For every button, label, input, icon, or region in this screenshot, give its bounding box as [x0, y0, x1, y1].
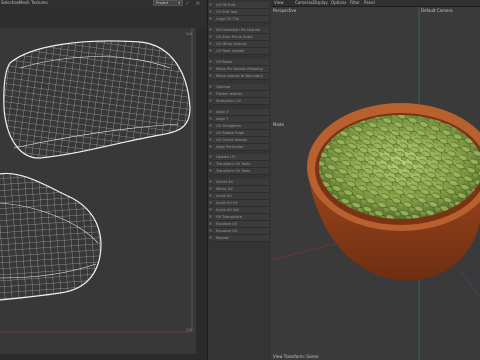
tool-item[interactable]: Relax Pin Islands Relaxing — [209, 66, 269, 73]
tool-icon — [209, 60, 212, 63]
tool-item[interactable]: Copy UV Tile — [209, 16, 269, 23]
tool-icon — [209, 99, 212, 102]
tool-item[interactable]: Select All — [209, 179, 269, 186]
tool-icon — [209, 10, 212, 13]
tool-item[interactable]: UV Relax — [209, 59, 269, 66]
uv-mesh-canvas — [0, 28, 196, 333]
tool-item[interactable]: Scale UV Fit — [209, 200, 269, 207]
tool-icon — [209, 28, 212, 31]
menu-panel[interactable]: Panel — [364, 0, 375, 6]
tool-icon — [209, 201, 212, 204]
perspective-viewport[interactable]: Perspective Default Camera Mode View Tra… — [271, 7, 480, 360]
tool-icon — [209, 155, 212, 158]
tool-icon — [209, 131, 212, 134]
tool-icon — [209, 180, 212, 183]
tool-item[interactable]: Relax Islands to Boundary — [209, 73, 269, 80]
tool-item[interactable]: UV Edit Tool — [209, 9, 269, 16]
tool-item[interactable]: UV Fill Edit — [209, 2, 269, 9]
tool-icon — [209, 117, 212, 120]
axis-line-z — [460, 271, 480, 298]
tool-icon — [209, 145, 212, 148]
tool-icon — [209, 17, 212, 20]
camera-label[interactable]: Default Camera — [421, 8, 453, 13]
scene-render — [271, 7, 480, 360]
tool-item[interactable]: UV Pack Islands — [209, 48, 269, 55]
tool-item[interactable]: Equalize UV — [209, 221, 269, 228]
bowl-model[interactable] — [307, 103, 480, 281]
uv-corner-label-top: 1.0 — [186, 32, 192, 36]
tool-icon — [209, 49, 212, 52]
uv-tools-panel: UV Fill Edit UV Edit Tool Copy UV Tile S… — [207, 0, 272, 360]
tool-icon — [209, 92, 212, 95]
tool-item[interactable]: UV Zero Pin to Scale — [209, 34, 269, 41]
menu-cameras[interactable]: Cameras — [295, 0, 313, 6]
viewport-menubar: View Cameras Display Options Filter Pane… — [271, 0, 480, 7]
uv-editor-upper-area — [0, 6, 206, 28]
tool-item[interactable]: Update UV — [209, 154, 269, 161]
tool-icon — [209, 187, 212, 190]
tool-item[interactable]: Repeat — [209, 235, 269, 242]
mode-label: Mode — [273, 122, 284, 127]
tool-item[interactable]: Transform UV Tools — [209, 161, 269, 168]
tool-item[interactable]: Straighten UV — [209, 98, 269, 105]
menu-filter[interactable]: Filter — [350, 0, 360, 6]
uv-horizontal-scrollbar[interactable] — [0, 354, 206, 360]
tool-icon — [209, 169, 212, 172]
uv-editor-viewport[interactable]: 1.0 1.0 — [0, 28, 196, 360]
tool-icon — [209, 236, 212, 239]
tool-item[interactable]: Scale UV — [209, 193, 269, 200]
tool-icon — [209, 67, 212, 70]
tool-icon — [209, 42, 212, 45]
tool-icon — [209, 222, 212, 225]
uv-island-top[interactable] — [0, 28, 196, 178]
tool-icon — [209, 85, 212, 88]
tool-item[interactable]: Set Selection Pin Islands — [209, 27, 269, 34]
viewport-status: View Transform: Scene — [273, 354, 319, 359]
tool-icon — [209, 138, 212, 141]
tool-icon — [209, 194, 212, 197]
tool-item[interactable]: UV Rotate Edge — [209, 130, 269, 137]
tool-item[interactable]: Transform UV Tools — [209, 168, 269, 175]
tool-item[interactable]: UV Straighten — [209, 123, 269, 130]
tool-icon — [209, 162, 212, 165]
tool-icon — [209, 3, 212, 6]
tool-item[interactable]: Align Perimeter — [209, 144, 269, 151]
tool-icon — [209, 35, 212, 38]
tool-item[interactable]: Mirror UV — [209, 186, 269, 193]
menu-display[interactable]: Display — [313, 0, 328, 6]
tool-icon — [209, 229, 212, 232]
tool-icon — [209, 124, 212, 127]
tool-icon — [209, 208, 212, 211]
viewport-name: Perspective — [273, 8, 297, 13]
tool-icon — [209, 110, 212, 113]
tool-item[interactable]: Scale UV Set — [209, 207, 269, 214]
tool-item[interactable]: Align X — [209, 109, 269, 116]
tool-item[interactable]: Optimal — [209, 84, 269, 91]
tool-item[interactable]: Equalize UV — [209, 228, 269, 235]
tool-item[interactable]: UV Mirror Islands — [209, 41, 269, 48]
menu-options[interactable]: Options — [331, 0, 346, 6]
project-dropdown-label: Project — [156, 1, 169, 5]
tool-item[interactable]: Align Y — [209, 116, 269, 123]
uv-corner-label-bottom: 1.0 — [186, 328, 192, 332]
tool-item[interactable]: Flatten Islands — [209, 91, 269, 98]
tool-item[interactable]: Fill Triangulate — [209, 214, 269, 221]
menu-view[interactable]: View — [274, 0, 284, 6]
uv-island-bottom[interactable] — [0, 168, 110, 308]
tool-item[interactable]: UV Orient Islands — [209, 137, 269, 144]
tool-icon — [209, 215, 212, 218]
tool-icon — [209, 74, 212, 77]
